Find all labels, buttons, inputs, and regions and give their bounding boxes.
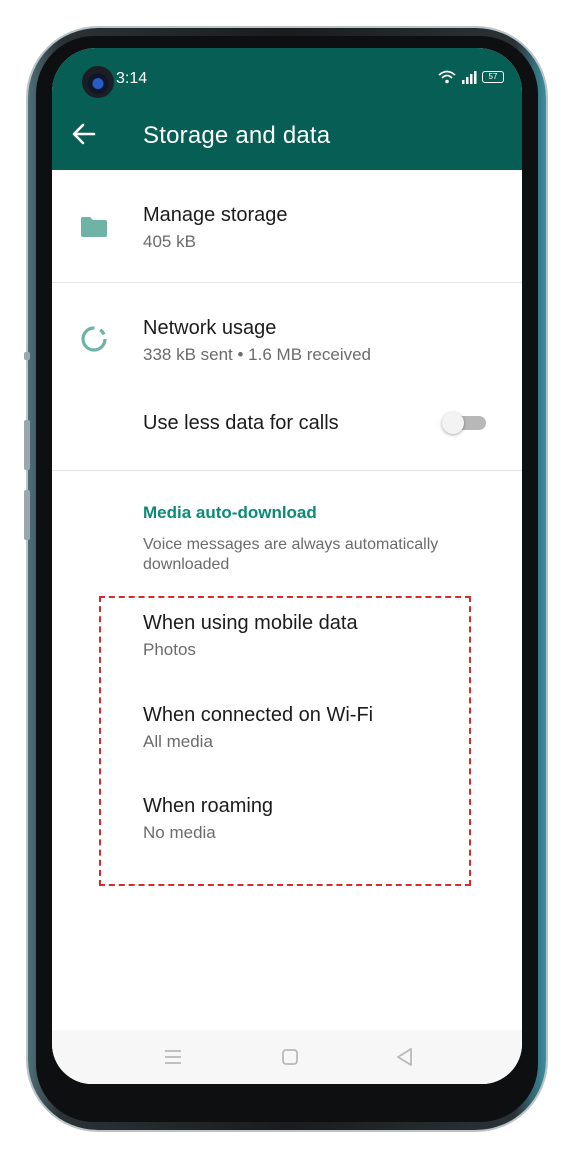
- navigation-bar: [52, 1030, 522, 1084]
- manage-storage-row[interactable]: Manage storage 405 kB: [52, 170, 522, 282]
- signal-icon: [462, 71, 477, 84]
- back-triangle-icon[interactable]: [394, 1046, 416, 1068]
- toggle-thumb: [442, 412, 464, 434]
- arrow-left-icon[interactable]: [70, 120, 98, 148]
- use-less-data-toggle[interactable]: [442, 412, 486, 434]
- home-icon[interactable]: [279, 1046, 301, 1068]
- front-camera: [82, 66, 114, 98]
- manage-storage-value: 405 kB: [143, 232, 196, 251]
- network-usage-value: 338 kB sent • 1.6 MB received: [143, 345, 372, 364]
- phone-side-button: [24, 352, 30, 360]
- phone-side-button: [24, 490, 30, 540]
- wifi-icon: [438, 70, 456, 84]
- phone-side-button: [24, 420, 30, 470]
- battery-icon: 57: [482, 71, 504, 83]
- manage-storage-label: Manage storage: [143, 204, 288, 226]
- media-auto-download-header: Media auto-download: [143, 503, 317, 522]
- media-auto-download-note: Voice messages are always automatically …: [143, 536, 439, 573]
- folder-icon: [81, 217, 107, 237]
- phone-screen: 3:14 57 Storage and data Manage storage …: [52, 48, 522, 1084]
- status-time: 3:14: [116, 70, 148, 87]
- network-usage-row[interactable]: Network usage 338 kB sent • 1.6 MB recei…: [52, 283, 522, 377]
- menu-icon[interactable]: [162, 1046, 184, 1068]
- status-icons: 57: [438, 70, 504, 84]
- divider: [52, 470, 522, 471]
- highlight-box: [99, 596, 471, 886]
- status-bar: 3:14 57: [52, 48, 522, 98]
- page-title: Storage and data: [143, 122, 331, 149]
- use-less-data-label: Use less data for calls: [143, 412, 339, 434]
- network-usage-label: Network usage: [143, 317, 277, 339]
- app-bar: Storage and data: [52, 98, 522, 170]
- data-usage-icon: [81, 326, 107, 352]
